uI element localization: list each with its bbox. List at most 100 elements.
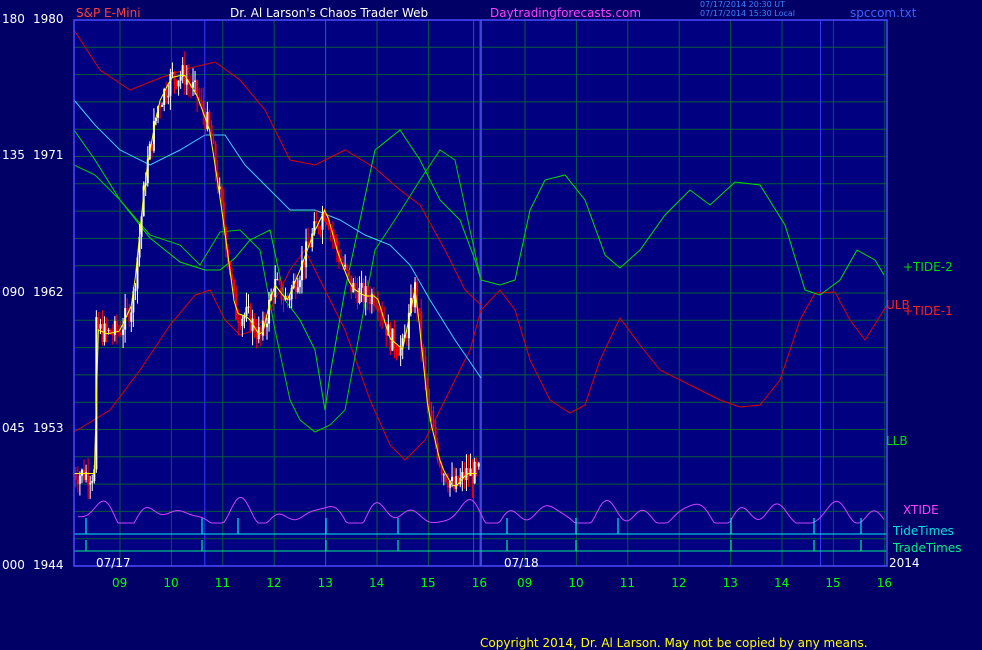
copyright-text: Copyright 2014, Dr. Al Larson. May not b… [480,636,868,650]
y-left-label-045: 045 [2,421,25,435]
price-body [370,293,373,305]
price-body [346,264,349,272]
timestamp-local: 07/17/2014 15:30 Local [700,9,795,18]
price-body [91,481,94,483]
price-body [298,280,301,288]
x-tick-label: 14 [774,576,790,590]
price-body [183,65,186,85]
legend-tide2: +TIDE-2 [903,260,953,274]
price-body [393,328,396,349]
price-body [397,353,400,356]
y-price-label-1944: 1944 [33,558,64,572]
price-body [282,299,285,301]
price-body [442,474,445,476]
x-tick-label: 13 [317,576,333,590]
x-tick-label: 15 [825,576,841,590]
price-body [360,282,363,288]
price-body [159,106,162,108]
price-body [323,213,326,221]
price-body [212,140,215,144]
price-body [111,334,114,336]
x-tick-label: 16 [471,576,488,590]
x-tick-label: 09 [112,576,128,590]
price-body [117,331,120,333]
price-body [259,327,262,336]
price-body [325,220,328,222]
price-body [344,264,347,267]
date-left-label: 07/17 [96,556,131,570]
price-body [179,76,182,81]
price-body [473,461,476,484]
x-tick-label: 12 [671,576,687,590]
price-body [233,280,236,292]
x-tick-label: 12 [266,576,282,590]
price-body [475,461,478,467]
price-body [309,246,312,248]
price-body [255,332,258,340]
price-body [167,95,170,98]
price-body [362,282,365,303]
price-body [278,279,281,282]
price-body [467,467,470,476]
year-label: 2014 [889,556,920,570]
price-body [237,319,240,323]
instrument-label: S&P E-Mini [76,6,141,20]
price-body [80,469,83,476]
price-body [374,305,377,307]
price-body [194,80,197,83]
price-body [315,221,318,224]
x-tick-label: 15 [420,576,436,590]
price-body [405,335,408,339]
x-tick-label: 11 [214,576,231,590]
price-body [461,471,464,479]
price-body [220,186,223,203]
price-body [364,286,367,303]
x-tick-label: 16 [876,576,893,590]
price-body [105,323,108,332]
price-body [446,481,449,488]
y-price-label-1953: 1953 [33,421,64,435]
price-body [130,312,133,322]
y-left-label-180: 180 [2,12,25,26]
price-body [477,463,480,467]
price-body [453,476,456,489]
legend-tide1: +TIDE-1 [903,304,953,318]
price-body [266,323,269,328]
price-body [161,105,164,107]
price-body [455,476,458,489]
price-body [249,306,252,331]
price-body [395,348,398,354]
price-body [432,421,435,428]
x-tick-label: 14 [369,576,385,590]
y-price-label-1962: 1962 [33,285,64,299]
price-body [368,298,371,305]
price-body [280,281,283,300]
y-left-label-090: 090 [2,285,25,299]
price-body [276,279,279,281]
price-body [83,469,86,480]
price-body [200,100,203,102]
site-link[interactable]: Daytradingforecasts.com [490,6,641,20]
x-tick-label: 10 [163,576,179,590]
price-body [208,111,211,126]
price-body [126,308,129,310]
x-tick-label: 13 [722,576,738,590]
price-body [272,294,275,297]
price-body [241,318,244,326]
price-body [191,82,194,88]
price-body [97,317,100,329]
price-body [348,271,351,276]
y-price-label-1971: 1971 [33,148,64,162]
x-tick-label: 09 [517,576,533,590]
price-body [451,476,454,482]
price-body [107,329,110,332]
price-body [120,332,123,336]
x-tick-label: 11 [619,576,636,590]
price-body [175,80,178,87]
legend-tradetimes: TradeTimes [893,541,962,555]
price-body [333,235,336,238]
timestamp-ut: 07/17/2014 20:30 UT [700,0,785,9]
price-body [377,305,380,312]
x-tick-label: 10 [568,576,584,590]
price-body [169,73,172,96]
